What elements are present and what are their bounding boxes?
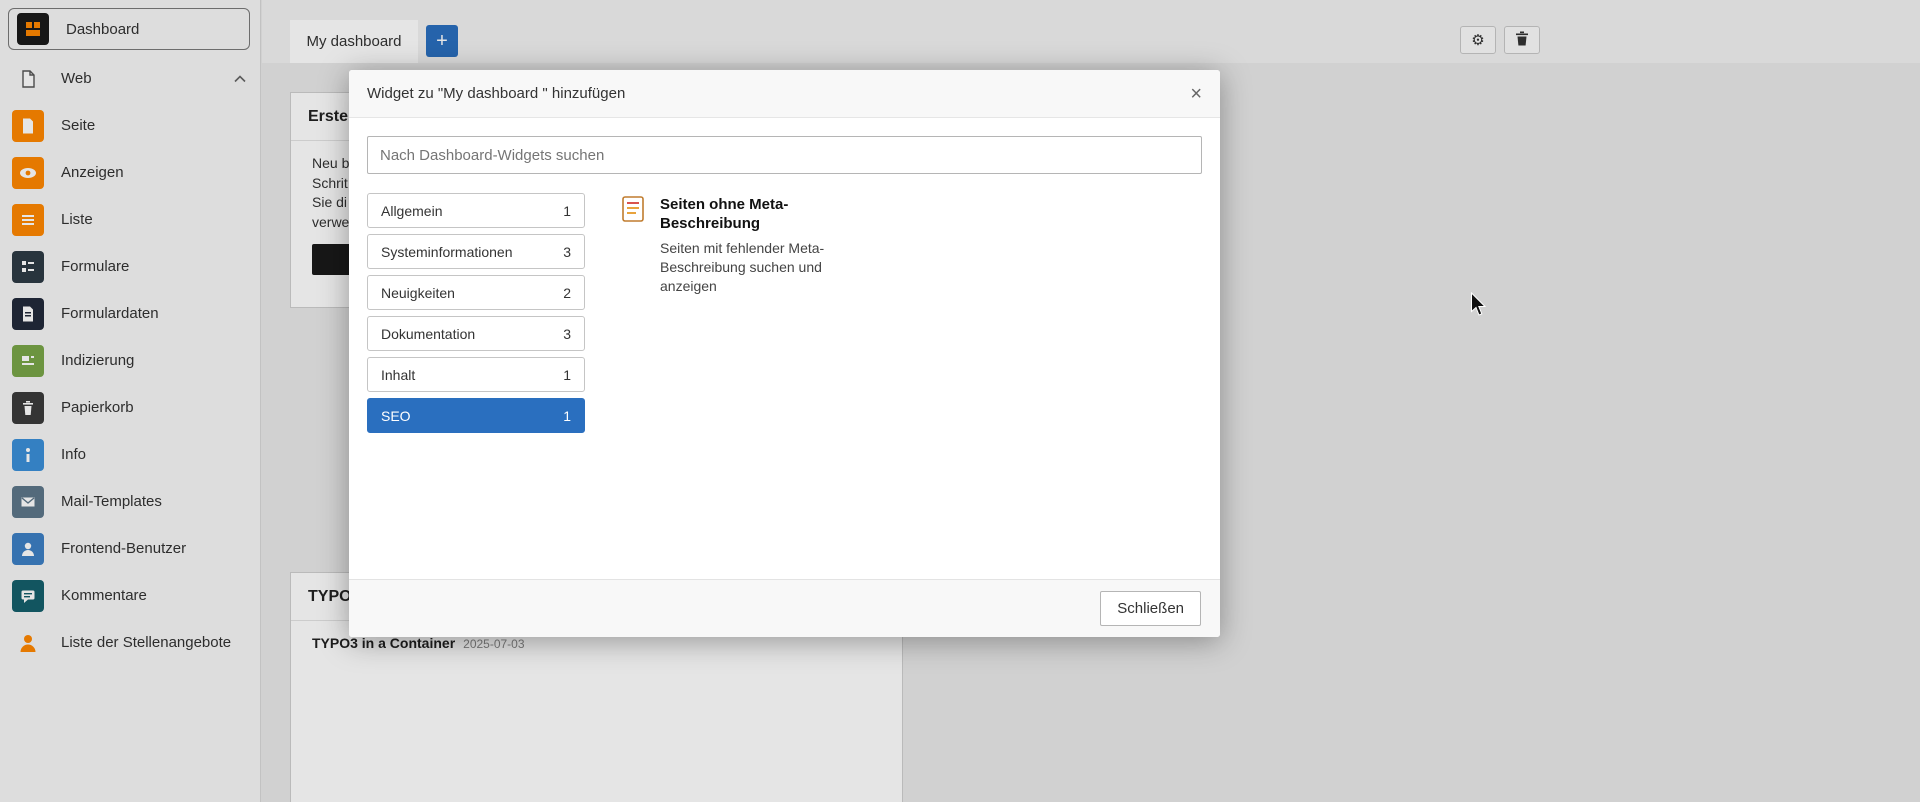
category-label: SEO <box>381 407 411 424</box>
modal-title: Widget zu "My dashboard " hinzufügen <box>367 85 626 102</box>
category-neuigkeiten[interactable]: Neuigkeiten 2 <box>367 275 585 310</box>
category-count: 1 <box>563 366 571 383</box>
category-label: Allgemein <box>381 202 443 219</box>
widget-search-input[interactable] <box>367 136 1202 174</box>
schliessen-button[interactable]: Schließen <box>1100 591 1201 626</box>
modal-body: Allgemein 1 Systeminformationen 3 Neuigk… <box>349 118 1220 579</box>
widget-item-pages-without-meta[interactable]: Seiten ohne Meta-Beschreibung Seiten mit… <box>619 195 859 296</box>
category-count: 3 <box>563 325 571 342</box>
category-count: 3 <box>563 243 571 260</box>
category-label: Dokumentation <box>381 325 476 342</box>
modal-columns: Allgemein 1 Systeminformationen 3 Neuigk… <box>367 193 1202 433</box>
category-label: Systeminformationen <box>381 243 513 260</box>
widget-description: Seiten mit fehlender Meta-Beschreibung s… <box>660 240 825 294</box>
category-count: 1 <box>563 202 571 219</box>
category-count: 1 <box>563 407 571 424</box>
category-inhalt[interactable]: Inhalt 1 <box>367 357 585 392</box>
widget-category-list: Allgemein 1 Systeminformationen 3 Neuigk… <box>367 193 585 433</box>
close-icon[interactable]: × <box>1190 84 1202 104</box>
report-list-icon <box>619 195 647 296</box>
widget-text: Seiten ohne Meta-Beschreibung Seiten mit… <box>660 195 846 296</box>
modal-footer: Schließen <box>349 579 1220 637</box>
widget-list: Seiten ohne Meta-Beschreibung Seiten mit… <box>619 193 1202 433</box>
widget-title: Seiten ohne Meta-Beschreibung <box>660 196 789 232</box>
category-systeminformationen[interactable]: Systeminformationen 3 <box>367 234 585 269</box>
category-allgemein[interactable]: Allgemein 1 <box>367 193 585 228</box>
modal-header: Widget zu "My dashboard " hinzufügen × <box>349 70 1220 118</box>
category-seo[interactable]: SEO 1 <box>367 398 585 433</box>
category-label: Neuigkeiten <box>381 284 455 301</box>
add-widget-modal: Widget zu "My dashboard " hinzufügen × A… <box>349 70 1220 637</box>
category-dokumentation[interactable]: Dokumentation 3 <box>367 316 585 351</box>
typo3-backend: Dashboard Web Seite Anzeigen Liste Formu… <box>0 0 1920 802</box>
category-count: 2 <box>563 284 571 301</box>
category-label: Inhalt <box>381 366 416 383</box>
